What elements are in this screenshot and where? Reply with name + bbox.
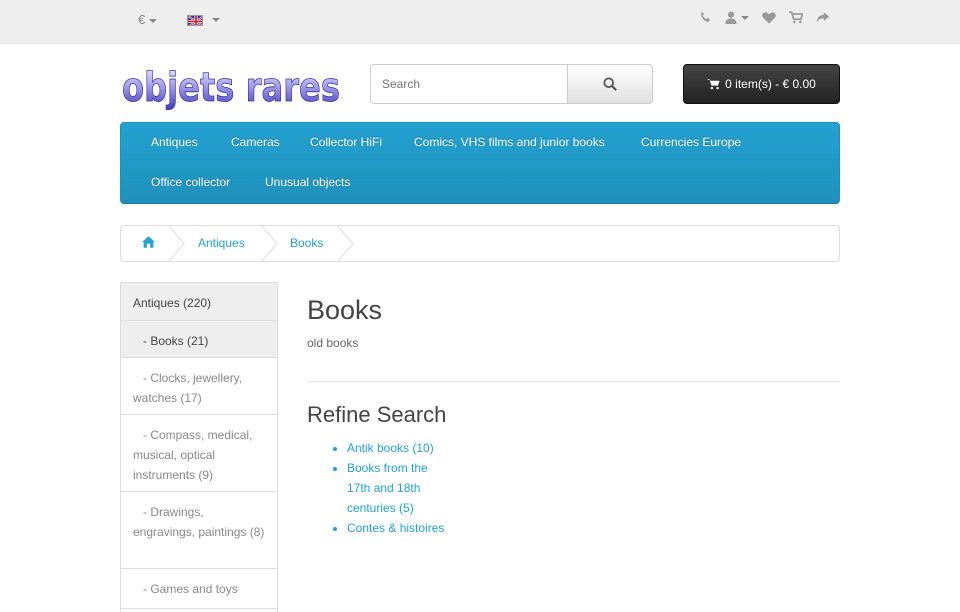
currency-dropdown[interactable]: € — [138, 12, 158, 27]
breadcrumb: Antiques Books — [120, 225, 840, 262]
category-description: old books — [307, 336, 359, 350]
search-icon — [603, 77, 617, 91]
page-title: Books — [307, 295, 383, 325]
phone-icon[interactable] — [699, 11, 712, 24]
main-content: Books old books Refine Search Antik book… — [307, 295, 840, 538]
sidebar-item-antiques[interactable]: Antiques (220) — [121, 283, 277, 321]
sidebar-item-drawings[interactable]: - Drawings, engravings, paintings (8) — [121, 492, 277, 569]
breadcrumb-books[interactable]: Books — [290, 236, 323, 250]
cart-button[interactable]: 0 item(s) - € 0.00 — [683, 64, 840, 104]
list-item: Contes & histoires — [347, 518, 447, 538]
refine-search-title: Refine Search — [307, 402, 447, 427]
breadcrumb-antiques[interactable]: Antiques — [198, 236, 245, 250]
site-logo[interactable]: objets rares — [120, 64, 342, 114]
search-button[interactable] — [568, 64, 653, 104]
main-menu: Antiques Cameras Collector HiFi Comics, … — [120, 122, 840, 204]
cart-icon[interactable] — [789, 11, 803, 24]
refine-list: Antik books (10) Books from the 17th and… — [347, 438, 447, 538]
sidebar-item-clocks[interactable]: - Clocks, jewellery, watches (17) — [121, 358, 277, 415]
menu-item-collector-hifi[interactable]: Collector HiFi — [310, 135, 382, 149]
breadcrumb-separator — [168, 225, 185, 262]
user-icon — [725, 11, 737, 24]
search-bar — [370, 64, 653, 104]
home-icon[interactable] — [142, 236, 155, 251]
cart-icon — [707, 79, 720, 90]
logo-text: objets rares — [122, 65, 340, 111]
menu-item-antiques[interactable]: Antiques — [151, 135, 198, 149]
heart-icon[interactable] — [762, 11, 776, 24]
menu-item-cameras[interactable]: Cameras — [231, 135, 280, 149]
chevron-down-icon — [149, 18, 158, 23]
sidebar-item-books[interactable]: - Books (21) — [121, 321, 277, 358]
category-sidebar: Antiques (220) - Books (21) - Clocks, je… — [120, 282, 278, 612]
currency-symbol: € — [138, 12, 146, 27]
list-item: Antik books (10) — [347, 438, 447, 458]
sidebar-item-games[interactable]: - Games and toys — [121, 569, 277, 609]
menu-item-office-collector[interactable]: Office collector — [151, 175, 230, 189]
menu-item-currencies[interactable]: Currencies Europe — [641, 135, 741, 149]
breadcrumb-separator — [261, 225, 278, 262]
refine-link[interactable]: Contes & histoires — [347, 521, 444, 535]
list-item: Books from the 17th and 18th centuries (… — [347, 458, 447, 518]
top-links — [699, 11, 830, 24]
menu-item-comics[interactable]: Comics, VHS films and junior books — [414, 135, 605, 149]
uk-flag-icon[interactable] — [187, 15, 203, 26]
sidebar-item-compass[interactable]: - Compass, medical, musical, optical ins… — [121, 415, 277, 492]
search-input[interactable] — [370, 64, 568, 104]
divider — [307, 381, 840, 382]
account-dropdown[interactable] — [725, 11, 749, 24]
cart-label: 0 item(s) - € 0.00 — [725, 77, 816, 91]
chevron-down-icon — [741, 15, 749, 20]
menu-item-unusual-objects[interactable]: Unusual objects — [265, 175, 350, 189]
top-bar: € — [0, 0, 960, 44]
refine-link[interactable]: Antik books (10) — [347, 441, 434, 455]
share-icon[interactable] — [816, 11, 830, 24]
language-chevron-down-icon[interactable] — [212, 18, 220, 22]
refine-link[interactable]: Books from the 17th and 18th centuries (… — [347, 461, 428, 515]
breadcrumb-separator — [337, 225, 354, 262]
